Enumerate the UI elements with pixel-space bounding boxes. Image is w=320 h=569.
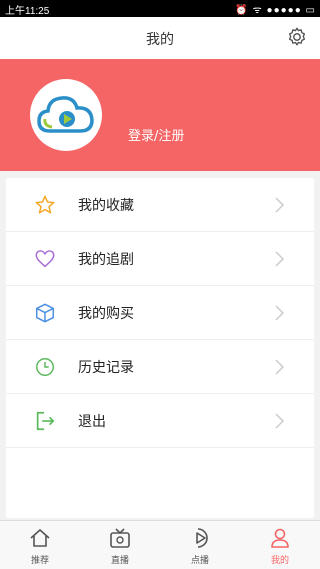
menu-item-favorites[interactable]: 我的收藏: [6, 178, 314, 232]
gear-icon[interactable]: [286, 26, 308, 48]
bottom-tab-bar: 推荐 直播 点播 我的: [0, 520, 320, 569]
user-icon: [271, 528, 289, 548]
menu-item-logout[interactable]: 退出: [6, 394, 314, 448]
page-title: 我的: [146, 32, 174, 48]
play-icon: [196, 528, 208, 548]
cloud-play-logo-icon: [37, 96, 94, 133]
home-icon: [30, 528, 50, 547]
profile-banner: 登录/注册: [0, 59, 320, 171]
avatar[interactable]: [30, 79, 102, 151]
heart-icon: [35, 250, 55, 268]
menu-item-label: 退出: [78, 414, 106, 430]
tab-label: 直播: [110, 556, 129, 566]
tab-label: 点播: [190, 556, 209, 566]
chevron-right-icon: [275, 359, 285, 375]
chevron-right-icon: [275, 197, 285, 213]
status-bar: 上午11:25 ⏰ ᯤ ●●●●● ▭: [0, 0, 320, 17]
tab-live[interactable]: 直播: [80, 521, 160, 569]
tab-recommend[interactable]: 推荐: [0, 521, 80, 569]
header: 我的: [0, 17, 320, 59]
menu-item-history[interactable]: 历史记录: [6, 340, 314, 394]
status-time: 上午11:25: [5, 6, 50, 17]
box-icon: [36, 303, 54, 323]
clock-icon: [36, 358, 54, 376]
chevron-right-icon: [275, 305, 285, 321]
tab-label: 我的: [270, 556, 289, 566]
star-icon: [35, 195, 55, 214]
chevron-right-icon: [275, 251, 285, 267]
menu-item-label: 我的购买: [78, 306, 134, 322]
tv-icon: [110, 528, 130, 548]
tab-label: 推荐: [30, 556, 49, 566]
status-icons: ⏰ ᯤ ●●●●● ▭: [235, 5, 316, 16]
menu-item-label: 历史记录: [78, 360, 134, 376]
tab-vod[interactable]: 点播: [160, 521, 240, 569]
menu-item-following[interactable]: 我的追剧: [6, 232, 314, 286]
exit-icon: [36, 411, 55, 431]
menu-item-purchases[interactable]: 我的购买: [6, 286, 314, 340]
chevron-right-icon: [275, 413, 285, 429]
login-register-link[interactable]: 登录/注册: [128, 125, 184, 144]
menu-item-label: 我的追剧: [78, 252, 134, 268]
menu-item-label: 我的收藏: [78, 198, 134, 214]
menu-list: 我的收藏 我的追剧 我的购买 历史记录 退出: [6, 178, 314, 518]
tab-mine[interactable]: 我的: [240, 521, 320, 569]
